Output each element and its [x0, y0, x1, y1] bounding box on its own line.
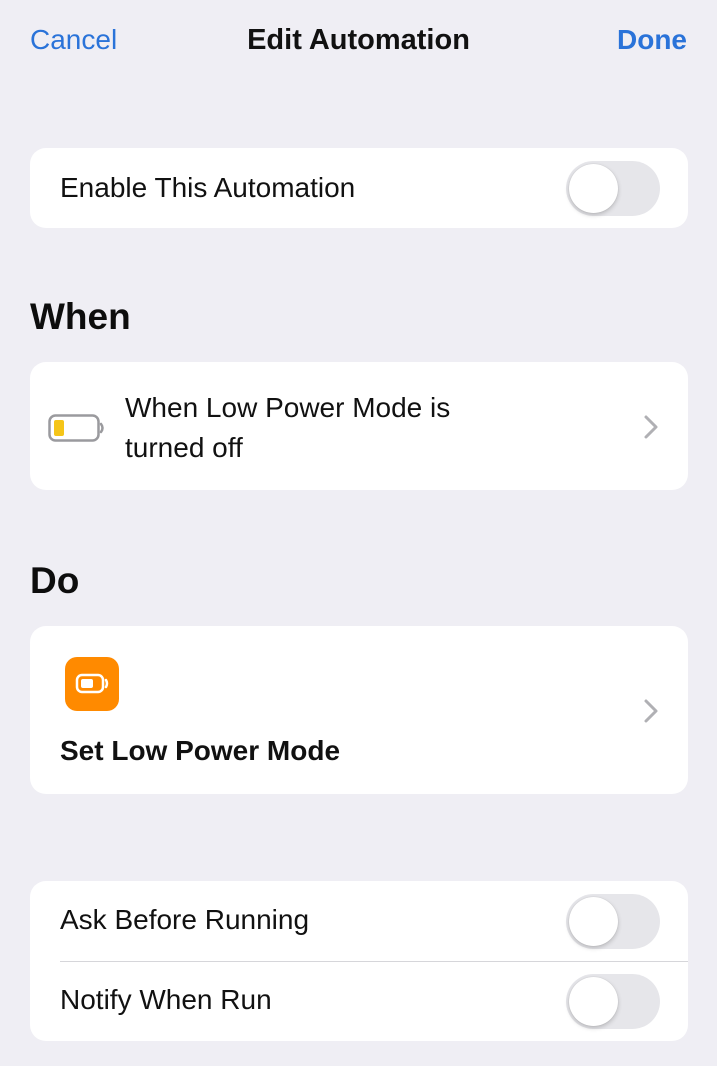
- notify-when-run-toggle[interactable]: [566, 974, 660, 1029]
- trigger-text-line1: When Low Power Mode is: [125, 392, 451, 423]
- chevron-right-icon: [642, 698, 660, 724]
- edit-automation-screen: Cancel Edit Automation Done Enable This …: [0, 0, 717, 1066]
- do-action-row[interactable]: Set Low Power Mode: [30, 626, 688, 794]
- battery-low-icon: [48, 414, 106, 442]
- low-power-action-icon: [65, 657, 119, 711]
- battery-icon: [75, 673, 109, 694]
- notify-when-run-label: Notify When Run: [60, 984, 272, 1015]
- action-label: Set Low Power Mode: [60, 735, 341, 766]
- trigger-text-line2: turned off: [125, 432, 243, 463]
- do-section-heading: Do: [30, 560, 80, 601]
- when-trigger-row[interactable]: When Low Power Mode is turned off: [30, 362, 688, 490]
- run-options-card: Ask Before Running Notify When Run: [30, 881, 688, 1041]
- done-button[interactable]: Done: [617, 24, 687, 56]
- ask-before-running-toggle[interactable]: [566, 894, 660, 949]
- cancel-button[interactable]: Cancel: [30, 24, 117, 56]
- enable-automation-card: Enable This Automation: [30, 148, 688, 228]
- toggle-knob: [569, 164, 618, 213]
- toggle-knob: [569, 977, 618, 1026]
- chevron-right-icon: [642, 414, 660, 440]
- enable-automation-label: Enable This Automation: [60, 172, 356, 203]
- ask-before-running-label: Ask Before Running: [60, 904, 310, 935]
- toggle-knob: [569, 897, 618, 946]
- when-section-heading: When: [30, 296, 131, 337]
- row-divider: [60, 961, 688, 962]
- enable-automation-toggle[interactable]: [566, 161, 660, 216]
